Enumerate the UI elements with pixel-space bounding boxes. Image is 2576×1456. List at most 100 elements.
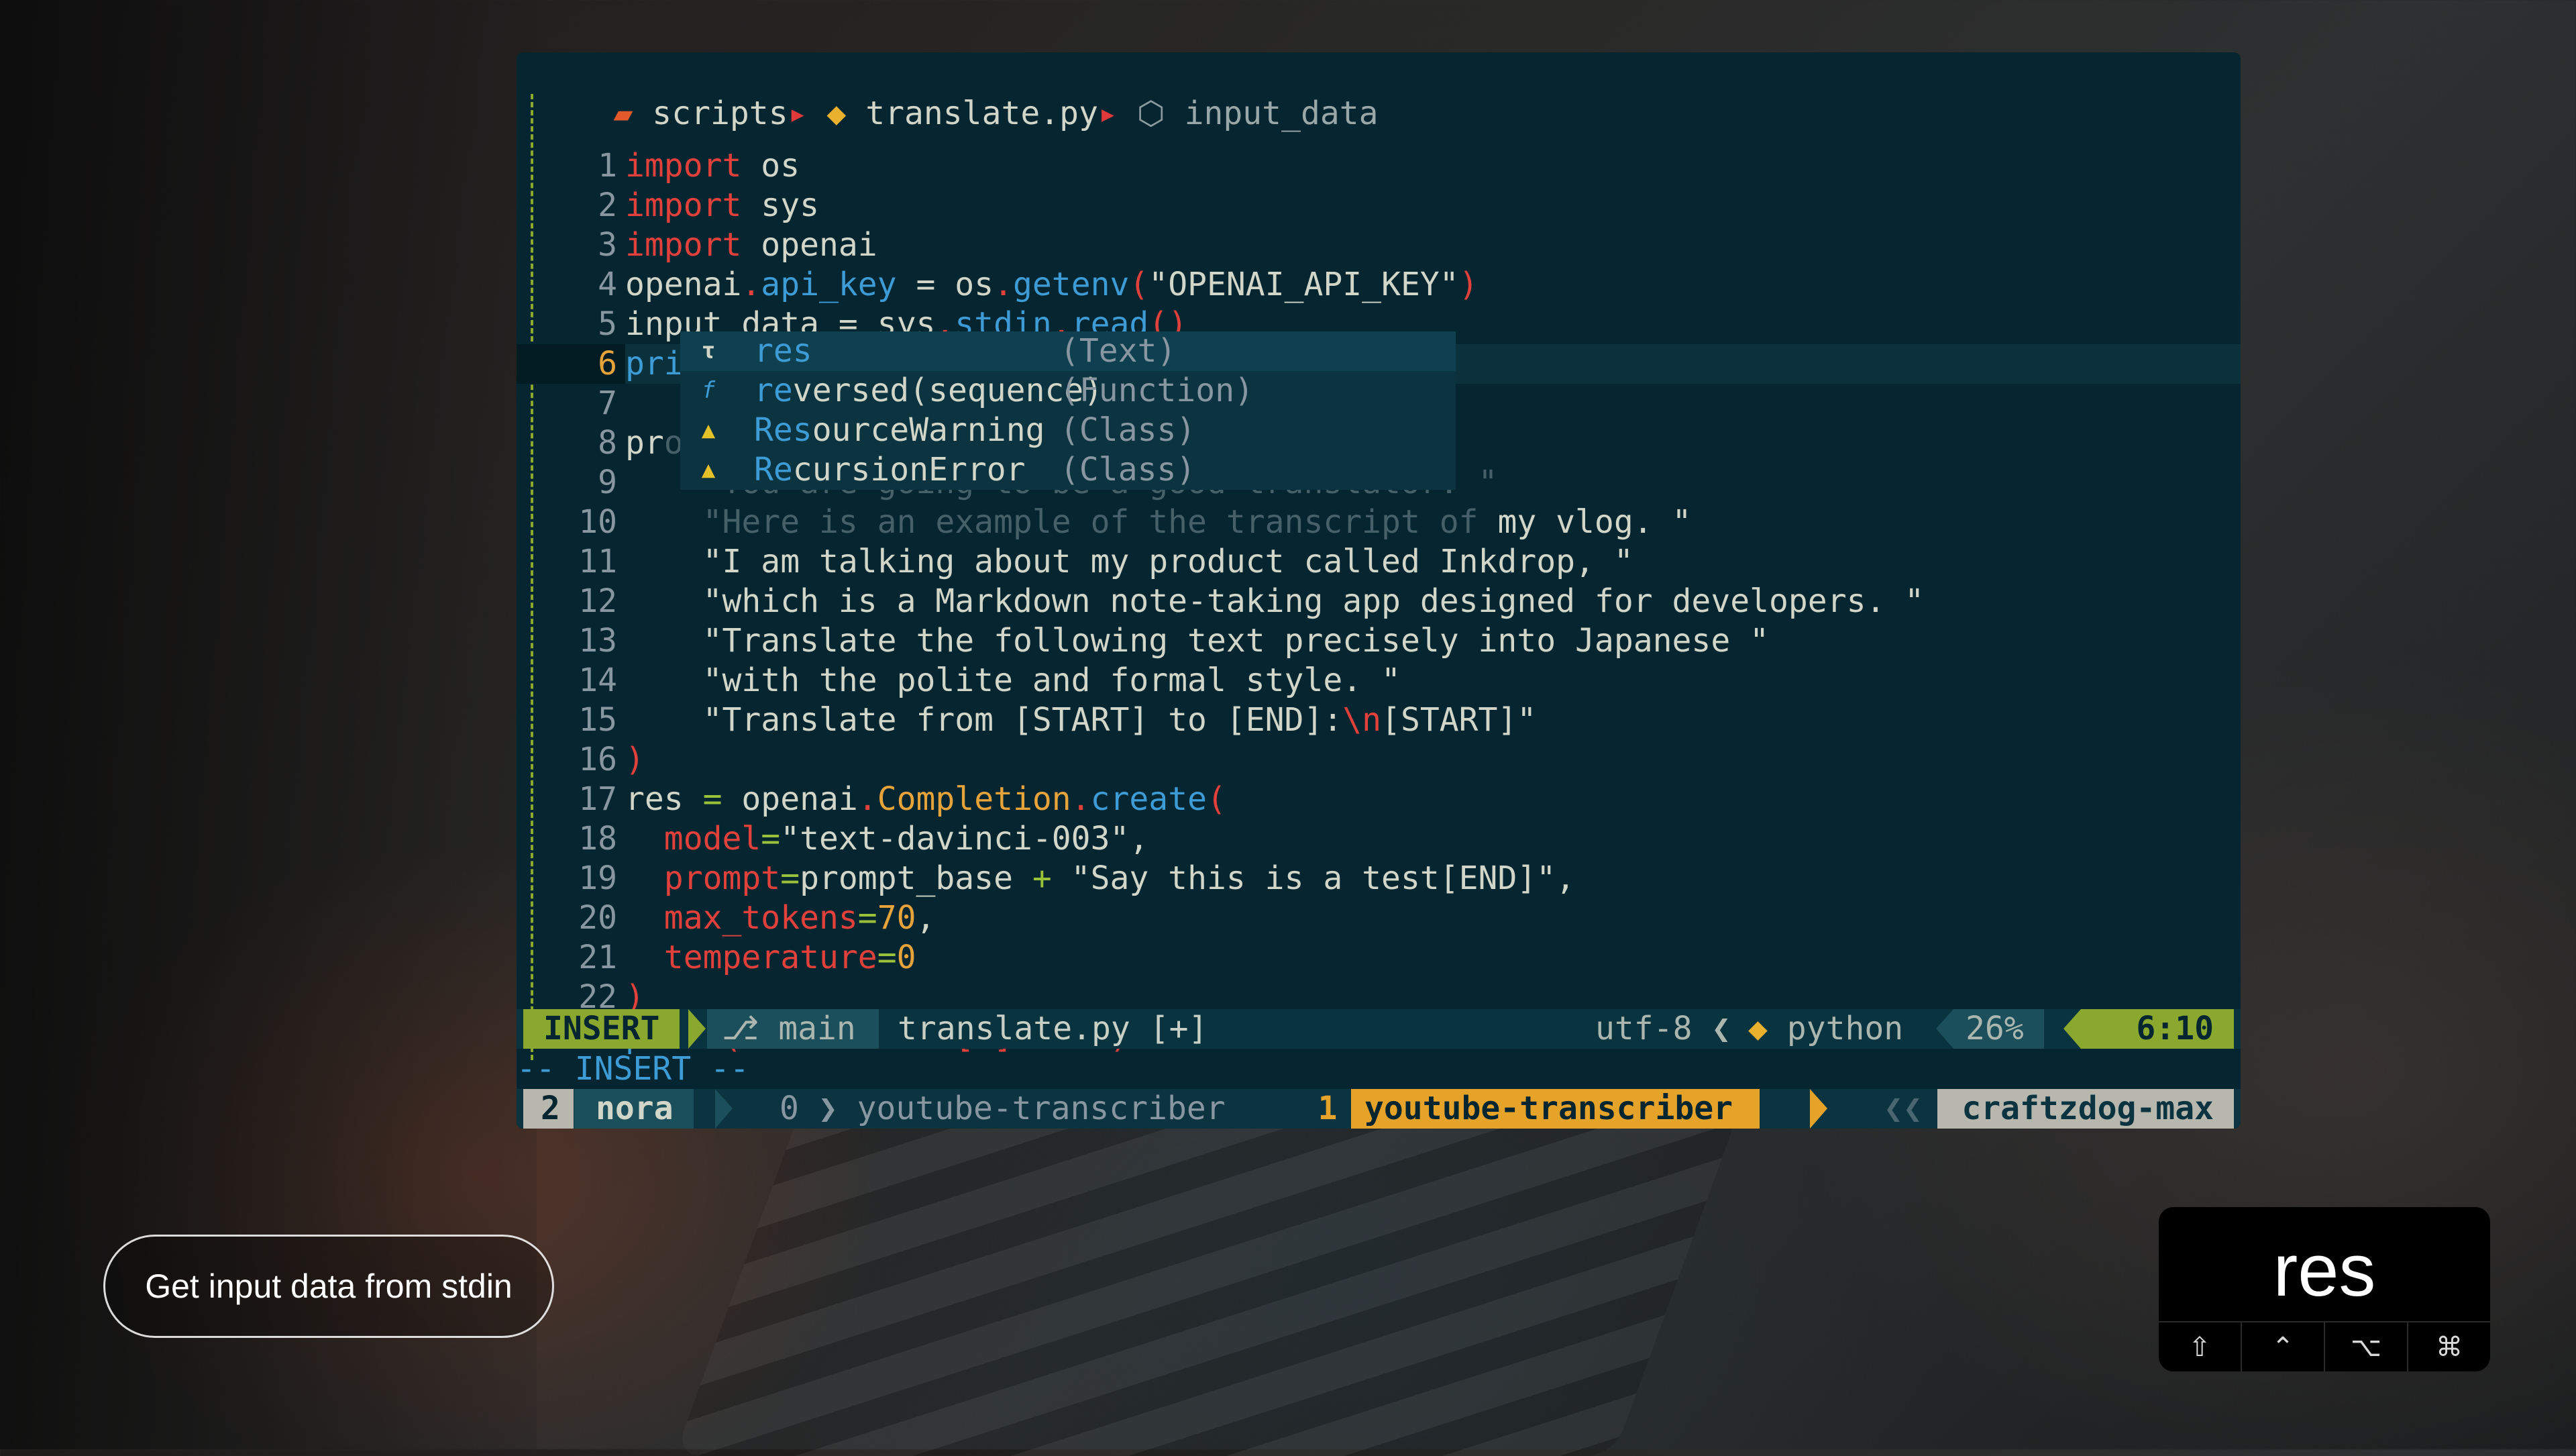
code-token: . xyxy=(741,266,761,303)
completion-kind: (Class) xyxy=(1060,411,1196,449)
tmux-window-1[interactable]: 1 youtube-transcriber xyxy=(1304,1089,1760,1129)
keycast-text: res xyxy=(2273,1229,2376,1312)
completion-item[interactable]: ▲ ResourceWarning (Class) xyxy=(680,411,1456,450)
code-token: model xyxy=(663,820,761,857)
tmux-window-1-label: youtube-transcriber xyxy=(1364,1090,1733,1127)
python-icon: ◆ xyxy=(1748,1010,1787,1047)
tmux-window-1-number: 1 xyxy=(1304,1089,1351,1129)
line-number: 2 xyxy=(598,187,617,224)
chevron-right-icon: ▸ xyxy=(1097,95,1137,132)
winbar-file[interactable]: translate.py xyxy=(865,95,1098,132)
code-token: "which is a Markdown note-taking app des… xyxy=(625,582,1925,620)
line-number: 20 xyxy=(578,899,617,937)
line-number: 8 xyxy=(598,424,617,462)
code-token: "I am talking about my product called In… xyxy=(625,543,1633,580)
completion-item[interactable]: ▲ RecursionError (Class) xyxy=(680,450,1456,490)
code-line[interactable]: 18 model="text-davinci-003", xyxy=(517,819,2241,859)
line-number: 10 xyxy=(578,503,617,541)
code-line[interactable]: 12 "which is a Markdown note-taking app … xyxy=(517,582,2241,621)
completion-kind: (Class) xyxy=(1060,451,1196,488)
code-line[interactable]: 10 "Here is an example of the transcript… xyxy=(517,503,2241,542)
completion-kind: (Function) xyxy=(1060,372,1254,409)
command-line[interactable]: -- INSERT -- xyxy=(517,1049,2241,1089)
powerline-separator-left: ❮❮ xyxy=(1884,1090,1923,1127)
code-token: = xyxy=(896,266,955,303)
line-number: 4 xyxy=(598,266,617,303)
option-key-icon: ⌥ xyxy=(2324,1322,2407,1371)
code-line[interactable]: 15 "Translate from [START] to [END]:\n[S… xyxy=(517,700,2241,740)
completion-label: RecursionError xyxy=(754,451,1026,488)
code-token: ) xyxy=(1458,266,1479,303)
code-token: my vlog. " xyxy=(1497,503,1692,541)
code-token: "Here is an example of the transcript of xyxy=(625,503,1498,541)
code-token: = xyxy=(877,939,897,976)
code-token: api_key xyxy=(761,266,897,303)
powerline-separator xyxy=(688,1009,706,1049)
code-line[interactable]: 20 max_tokens=70, xyxy=(517,898,2241,938)
class-icon: ▲ xyxy=(701,456,716,483)
line-number: 12 xyxy=(578,582,617,620)
code-token: "OPENAI_API_KEY" xyxy=(1148,266,1459,303)
code-token: pr xyxy=(625,424,664,462)
code-token: \n xyxy=(1342,701,1382,739)
git-branch: ⎇ main xyxy=(707,1009,879,1049)
code-line[interactable]: 14 "with the polite and formal style. " xyxy=(517,661,2241,700)
code-line[interactable]: 3 import openai xyxy=(517,225,2241,265)
terminal-window[interactable]: ▰ scripts▸ ◆ translate.py▸ ⬡ input_data … xyxy=(517,52,2241,1129)
code-token: ) xyxy=(625,741,645,778)
code-line[interactable]: 11 "I am talking about my product called… xyxy=(517,542,2241,582)
code-token: = xyxy=(761,820,781,857)
code-line[interactable]: 19 prompt=prompt_base + "Say this is a t… xyxy=(517,859,2241,898)
keycast-overlay: res ⇧ ⌃ ⌥ ⌘ xyxy=(2159,1207,2490,1371)
code-line[interactable]: 21 temperature=0 xyxy=(517,938,2241,978)
folder-icon: ▰ xyxy=(594,95,653,132)
mode-indicator: INSERT xyxy=(523,1009,680,1049)
tmux-hostname: craftzdog-max xyxy=(1937,1089,2234,1129)
code-token: . xyxy=(994,266,1013,303)
powerline-separator xyxy=(859,1009,876,1049)
control-key-icon: ⌃ xyxy=(2241,1322,2324,1371)
code-token: , xyxy=(916,899,936,937)
completion-item[interactable]: f reversed(sequence) (Function) xyxy=(680,371,1456,411)
winbar-symbol[interactable]: input_data xyxy=(1185,95,1379,132)
code-token: 70 xyxy=(877,899,916,937)
status-position: 6:10 xyxy=(2081,1009,2234,1049)
status-percent: 26% xyxy=(1953,1009,2044,1049)
completion-label: reversed(sequence) xyxy=(754,372,1104,409)
status-encoding: utf-8 ❮ xyxy=(1595,1010,1731,1047)
code-line[interactable]: 4 openai.api_key = os.getenv("OPENAI_API_… xyxy=(517,265,2241,305)
completion-label: ResourceWarning xyxy=(754,411,1045,449)
winbar-folder[interactable]: scripts xyxy=(652,95,788,132)
powerline-separator xyxy=(2063,1009,2081,1049)
code-token: create xyxy=(1090,780,1207,818)
code-token: openai xyxy=(722,780,858,818)
powerline-separator xyxy=(1810,1089,1827,1129)
line-number: 18 xyxy=(578,820,617,857)
code-token: . xyxy=(857,780,877,818)
code-line[interactable]: 13 "Translate the following text precise… xyxy=(517,621,2241,661)
line-number: 3 xyxy=(598,226,617,264)
code-token: "with the polite and formal style. " xyxy=(625,662,1401,699)
code-token: prompt xyxy=(663,860,781,897)
background-keyboard xyxy=(674,1107,1741,1456)
code-line[interactable]: 2 import sys xyxy=(517,186,2241,225)
line-number: 1 xyxy=(598,147,617,185)
code-line[interactable]: 17 res = openai.Completion.create( xyxy=(517,780,2241,819)
line-number: 17 xyxy=(578,780,617,818)
code-token: "Translate the following text precisely … xyxy=(625,622,1770,660)
code-token: sys xyxy=(741,187,819,224)
shift-key-icon: ⇧ xyxy=(2188,1332,2211,1363)
code-line[interactable]: 1 import os xyxy=(517,146,2241,186)
tmux-window-0[interactable]: 0 ❯ youtube-transcriber xyxy=(780,1089,1226,1129)
completion-item[interactable]: τ res (Text) xyxy=(680,331,1456,371)
line-number: 14 xyxy=(578,662,617,699)
code-line[interactable]: 16) xyxy=(517,740,2241,780)
status-filetype: ◆ python xyxy=(1748,1010,1904,1047)
code-token: max_tokens xyxy=(663,899,858,937)
branch-name: main xyxy=(778,1010,856,1047)
completion-label: res xyxy=(754,332,812,370)
code-token: "Say this is a test[END]", xyxy=(1051,860,1576,897)
completion-menu[interactable]: τ res (Text) f reversed(sequence) (Function) ▲… xyxy=(680,331,1456,490)
code-token: prompt_base xyxy=(800,860,1032,897)
